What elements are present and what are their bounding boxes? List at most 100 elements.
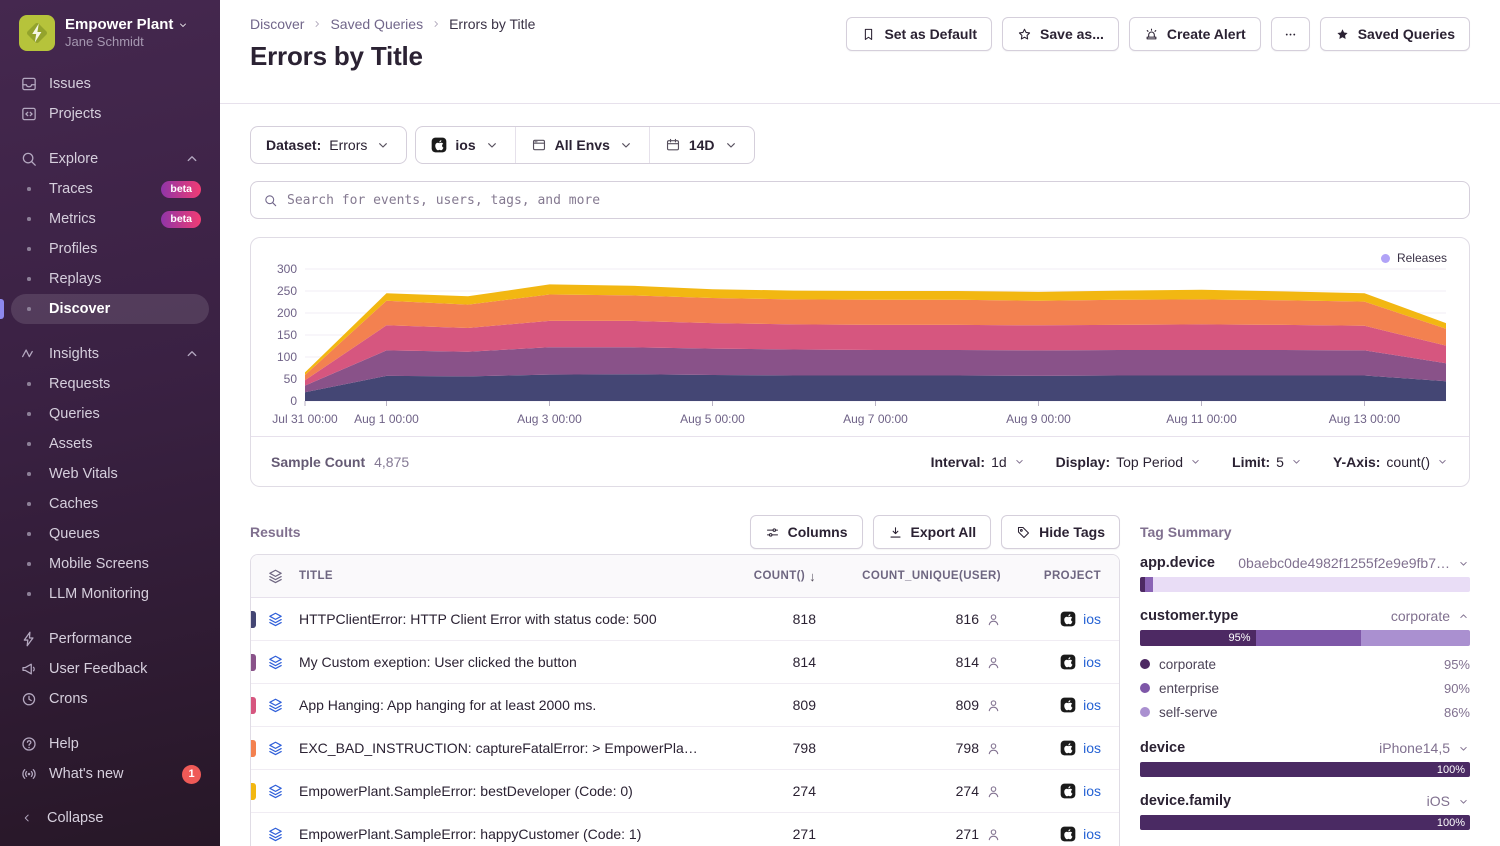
sidebar-item-requests[interactable]: Requests	[11, 369, 209, 399]
svg-text:150: 150	[277, 328, 297, 342]
tag-distribution-bar: 100%	[1140, 815, 1470, 830]
bullet-icon	[20, 187, 38, 191]
alert-icon	[1144, 27, 1159, 42]
sidebar-nav: Issues Projects ExploreTracesbetaMetricsbe…	[0, 63, 220, 796]
control-value: count()	[1386, 454, 1430, 470]
environment-filter[interactable]: All Envs	[515, 127, 649, 163]
chevron-down-icon[interactable]	[1457, 742, 1470, 755]
project-link[interactable]: ios	[1083, 826, 1101, 842]
breadcrumb-discover[interactable]: Discover	[250, 16, 304, 32]
search-input[interactable]	[287, 193, 1457, 208]
project-link[interactable]: ios	[1083, 783, 1101, 799]
org-name: Empower Plant	[65, 16, 173, 35]
person-icon	[986, 655, 1001, 670]
sidebar-item-caches[interactable]: Caches	[11, 489, 209, 519]
svg-text:200: 200	[277, 306, 297, 320]
breadcrumb-saved-queries[interactable]: Saved Queries	[330, 16, 423, 32]
sidebar-item-label: Queries	[49, 406, 100, 422]
sidebar-item-explore[interactable]: Explore	[11, 144, 209, 174]
yaxis-selector[interactable]: Y-Axis: count()	[1333, 454, 1449, 470]
sidebar-item-queries[interactable]: Queries	[11, 399, 209, 429]
sidebar-item-performance[interactable]: Performance	[11, 624, 209, 654]
breakdown-percent: 95%	[1444, 657, 1470, 672]
chevron-down-icon[interactable]	[1457, 795, 1470, 808]
row-count-unique: 814	[956, 654, 979, 670]
limit-selector[interactable]: Limit: 5	[1232, 454, 1303, 470]
svg-text:Aug 7 00:00: Aug 7 00:00	[843, 412, 908, 426]
page-header: Discover Saved Queries Errors by Title E…	[220, 0, 1500, 104]
column-title[interactable]: TITLE	[299, 555, 701, 598]
project-link[interactable]: ios	[1083, 697, 1101, 713]
column-project[interactable]: PROJECT	[1001, 570, 1119, 582]
dataset-selector[interactable]: Dataset: Errors	[250, 126, 407, 164]
sidebar-item-help[interactable]: Help	[11, 729, 209, 759]
create-alert-button[interactable]: Create Alert	[1129, 17, 1261, 51]
sidebar-item-label: Queues	[49, 526, 100, 542]
save-as-button[interactable]: Save as...	[1002, 17, 1119, 51]
project-link[interactable]: ios	[1083, 740, 1101, 756]
sidebar-item-profiles[interactable]: Profiles	[11, 234, 209, 264]
tag-bar-segment: 95%	[1140, 630, 1256, 646]
svg-text:Aug 1 00:00: Aug 1 00:00	[354, 412, 419, 426]
sidebar-item-mobile-screens[interactable]: Mobile Screens	[11, 549, 209, 579]
results-heading: Results	[250, 524, 301, 540]
sidebar-item-web-vitals[interactable]: Web Vitals	[11, 459, 209, 489]
hide-tags-button[interactable]: Hide Tags	[1001, 515, 1120, 549]
chart-legend[interactable]: Releases	[1381, 251, 1447, 265]
date-range-filter[interactable]: 14D	[649, 127, 754, 163]
chevron-down-icon	[618, 137, 634, 153]
sidebar-item-what-s-new[interactable]: What's new1	[11, 759, 209, 789]
project-filter[interactable]: ios	[416, 127, 514, 163]
sidebar-item-crons[interactable]: Crons	[11, 684, 209, 714]
breadcrumb-current: Errors by Title	[449, 16, 535, 32]
sidebar-item-label: Web Vitals	[49, 466, 118, 482]
columns-button[interactable]: Columns	[750, 515, 863, 549]
sidebar-item-label: Projects	[49, 106, 101, 122]
row-count-unique: 809	[956, 697, 979, 713]
sidebar-item-insights[interactable]: Insights	[11, 339, 209, 369]
tag-name: device	[1140, 740, 1185, 756]
project-link[interactable]: ios	[1083, 611, 1101, 627]
export-all-button[interactable]: Export All	[873, 515, 992, 549]
sidebar-item-issues[interactable]: Issues	[11, 69, 209, 99]
breakdown-label: corporate	[1159, 657, 1216, 672]
breakdown-dot	[1140, 683, 1150, 693]
sidebar-item-assets[interactable]: Assets	[11, 429, 209, 459]
sidebar-item-metrics[interactable]: Metricsbeta	[11, 204, 209, 234]
sidebar-item-user-feedback[interactable]: User Feedback	[11, 654, 209, 684]
svg-text:300: 300	[277, 262, 297, 276]
saved-queries-button[interactable]: Saved Queries	[1320, 17, 1470, 51]
chevron-up-icon[interactable]	[1457, 610, 1470, 623]
sidebar-item-projects[interactable]: Projects	[11, 99, 209, 129]
tag-breakdown: corporate95%enterprise90%self-serve86%	[1140, 652, 1470, 724]
sidebar: Empower Plant Jane Schmidt Issues Project…	[0, 0, 220, 846]
sidebar-item-label: Requests	[49, 376, 110, 392]
column-count[interactable]: COUNT()↓	[701, 569, 816, 584]
more-options-button[interactable]	[1271, 17, 1310, 51]
display-selector[interactable]: Display: Top Period	[1056, 454, 1202, 470]
sidebar-item-llm-monitoring[interactable]: LLM Monitoring	[11, 579, 209, 609]
segment-percent-label: 100%	[1437, 817, 1470, 829]
chevron-right-icon	[311, 18, 323, 30]
button-label: Columns	[788, 524, 848, 540]
org-switcher[interactable]: Empower Plant Jane Schmidt	[0, 0, 220, 63]
control-label: Limit:	[1232, 454, 1270, 470]
breakdown-label: self-serve	[1159, 705, 1218, 720]
sidebar-item-traces[interactable]: Tracesbeta	[11, 174, 209, 204]
tag-icon	[1016, 525, 1031, 540]
chevron-down-icon[interactable]	[1457, 557, 1470, 570]
sidebar-item-replays[interactable]: Replays	[11, 264, 209, 294]
chevron-down-icon	[1290, 455, 1303, 468]
sidebar-item-discover[interactable]: Discover	[11, 294, 209, 324]
tag-name: app.device	[1140, 555, 1215, 571]
column-count-unique[interactable]: COUNT_UNIQUE(USER)	[816, 570, 1001, 582]
person-icon	[986, 741, 1001, 756]
collapse-button[interactable]: Collapse	[0, 796, 220, 846]
interval-selector[interactable]: Interval: 1d	[931, 454, 1026, 470]
svg-text:Aug 9 00:00: Aug 9 00:00	[1006, 412, 1071, 426]
project-link[interactable]: ios	[1083, 654, 1101, 670]
set-as-default-button[interactable]: Set as Default	[846, 17, 992, 51]
chevron-down-icon	[1189, 455, 1202, 468]
notification-badge: 1	[182, 765, 201, 784]
sidebar-item-queues[interactable]: Queues	[11, 519, 209, 549]
